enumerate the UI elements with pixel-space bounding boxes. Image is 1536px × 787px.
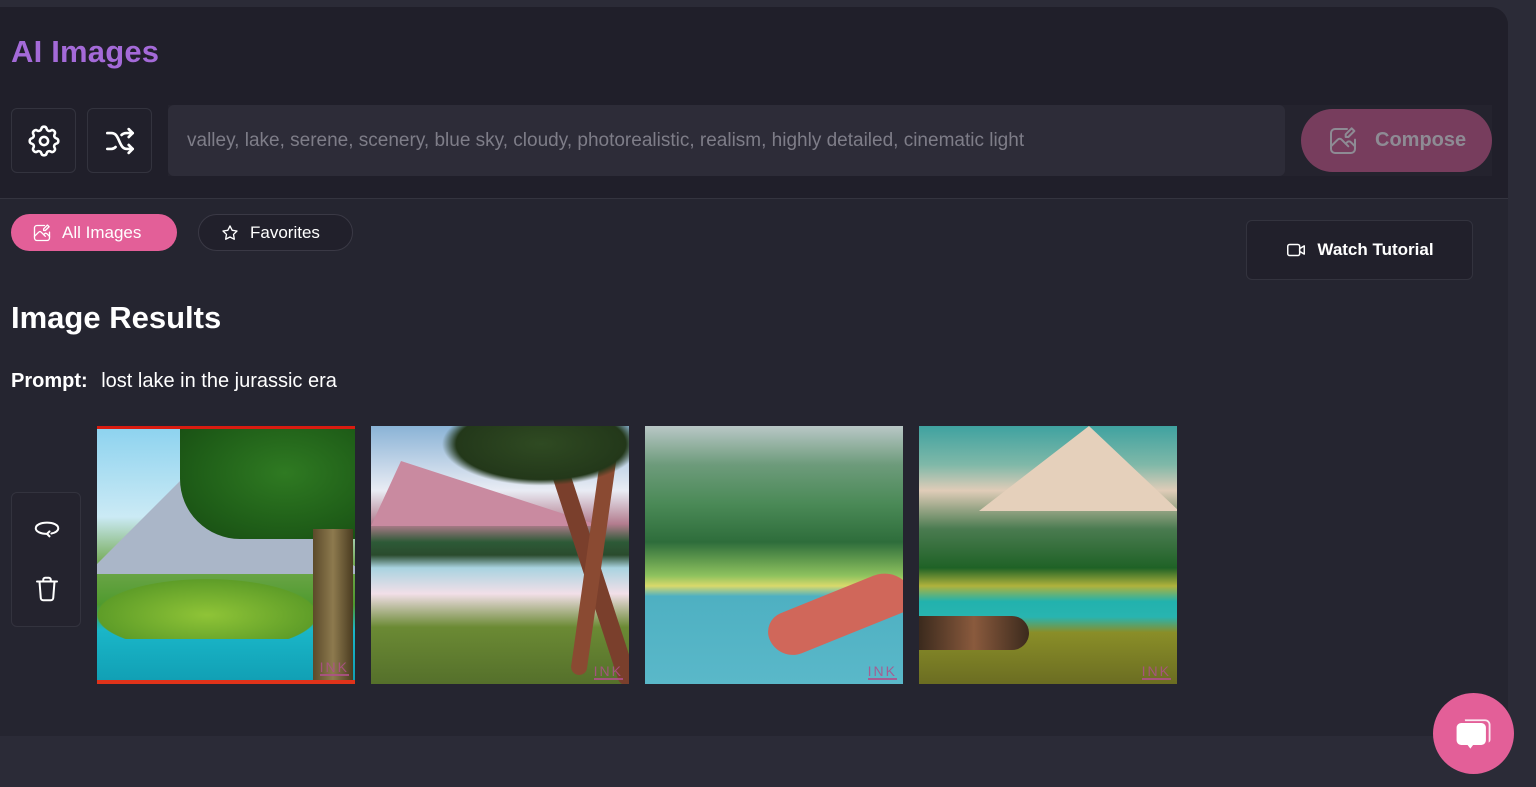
prompt-text: lost lake in the jurassic era [101, 370, 337, 392]
header-section: AI Images valley, lake, serene, scenery,… [0, 7, 1508, 199]
image-palm-fronds [441, 426, 629, 486]
prompt-bar [168, 105, 1492, 176]
page-title: AI Images [11, 34, 160, 69]
results-heading: Image Results [11, 300, 222, 335]
image-dinosaur [762, 564, 903, 663]
result-image-4[interactable]: INK [919, 426, 1177, 684]
prompt-label: Prompt: [11, 370, 88, 392]
image-watermark: INK [867, 663, 897, 680]
shuffle-icon [105, 127, 134, 154]
image-mountain [979, 426, 1177, 511]
main-panel: AI Images valley, lake, serene, scenery,… [0, 7, 1508, 736]
compose-button[interactable]: Compose [1301, 109, 1492, 172]
image-watermark: INK [593, 663, 623, 680]
image-foliage [97, 579, 317, 639]
refresh-loop-icon [34, 521, 60, 538]
regenerate-button[interactable] [29, 509, 65, 545]
delete-button[interactable] [29, 571, 65, 607]
image-watermark: INK [319, 659, 349, 676]
video-camera-icon [1287, 243, 1306, 257]
trash-icon [36, 576, 58, 602]
watch-tutorial-button[interactable]: Watch Tutorial [1246, 220, 1473, 280]
chat-bubbles-icon [1456, 718, 1490, 749]
image-tree [180, 429, 355, 539]
result-image-1[interactable]: INK [97, 426, 355, 684]
gear-icon [27, 124, 60, 157]
chat-button[interactable] [1433, 693, 1514, 774]
result-image-2[interactable]: INK [371, 426, 629, 684]
tab-favorites[interactable]: Favorites [198, 214, 353, 251]
result-image-3[interactable]: INK [645, 426, 903, 684]
image-watermark: INK [1141, 663, 1171, 680]
tutorial-label: Watch Tutorial [1317, 240, 1434, 259]
image-creature [919, 616, 1029, 650]
image-actions [11, 492, 81, 627]
result-prompt: Prompt: lost lake in the jurassic era [11, 370, 337, 393]
tab-all-images[interactable]: All Images [11, 214, 177, 251]
shuffle-button[interactable] [87, 108, 152, 173]
prompt-input[interactable] [168, 105, 1285, 176]
tab-label: Favorites [250, 222, 320, 242]
tab-label: All Images [62, 222, 142, 242]
settings-button[interactable] [11, 108, 76, 173]
image-edit-icon [1330, 126, 1356, 154]
compose-label: Compose [1375, 129, 1467, 151]
image-edit-icon [33, 223, 51, 241]
star-icon [222, 224, 238, 240]
